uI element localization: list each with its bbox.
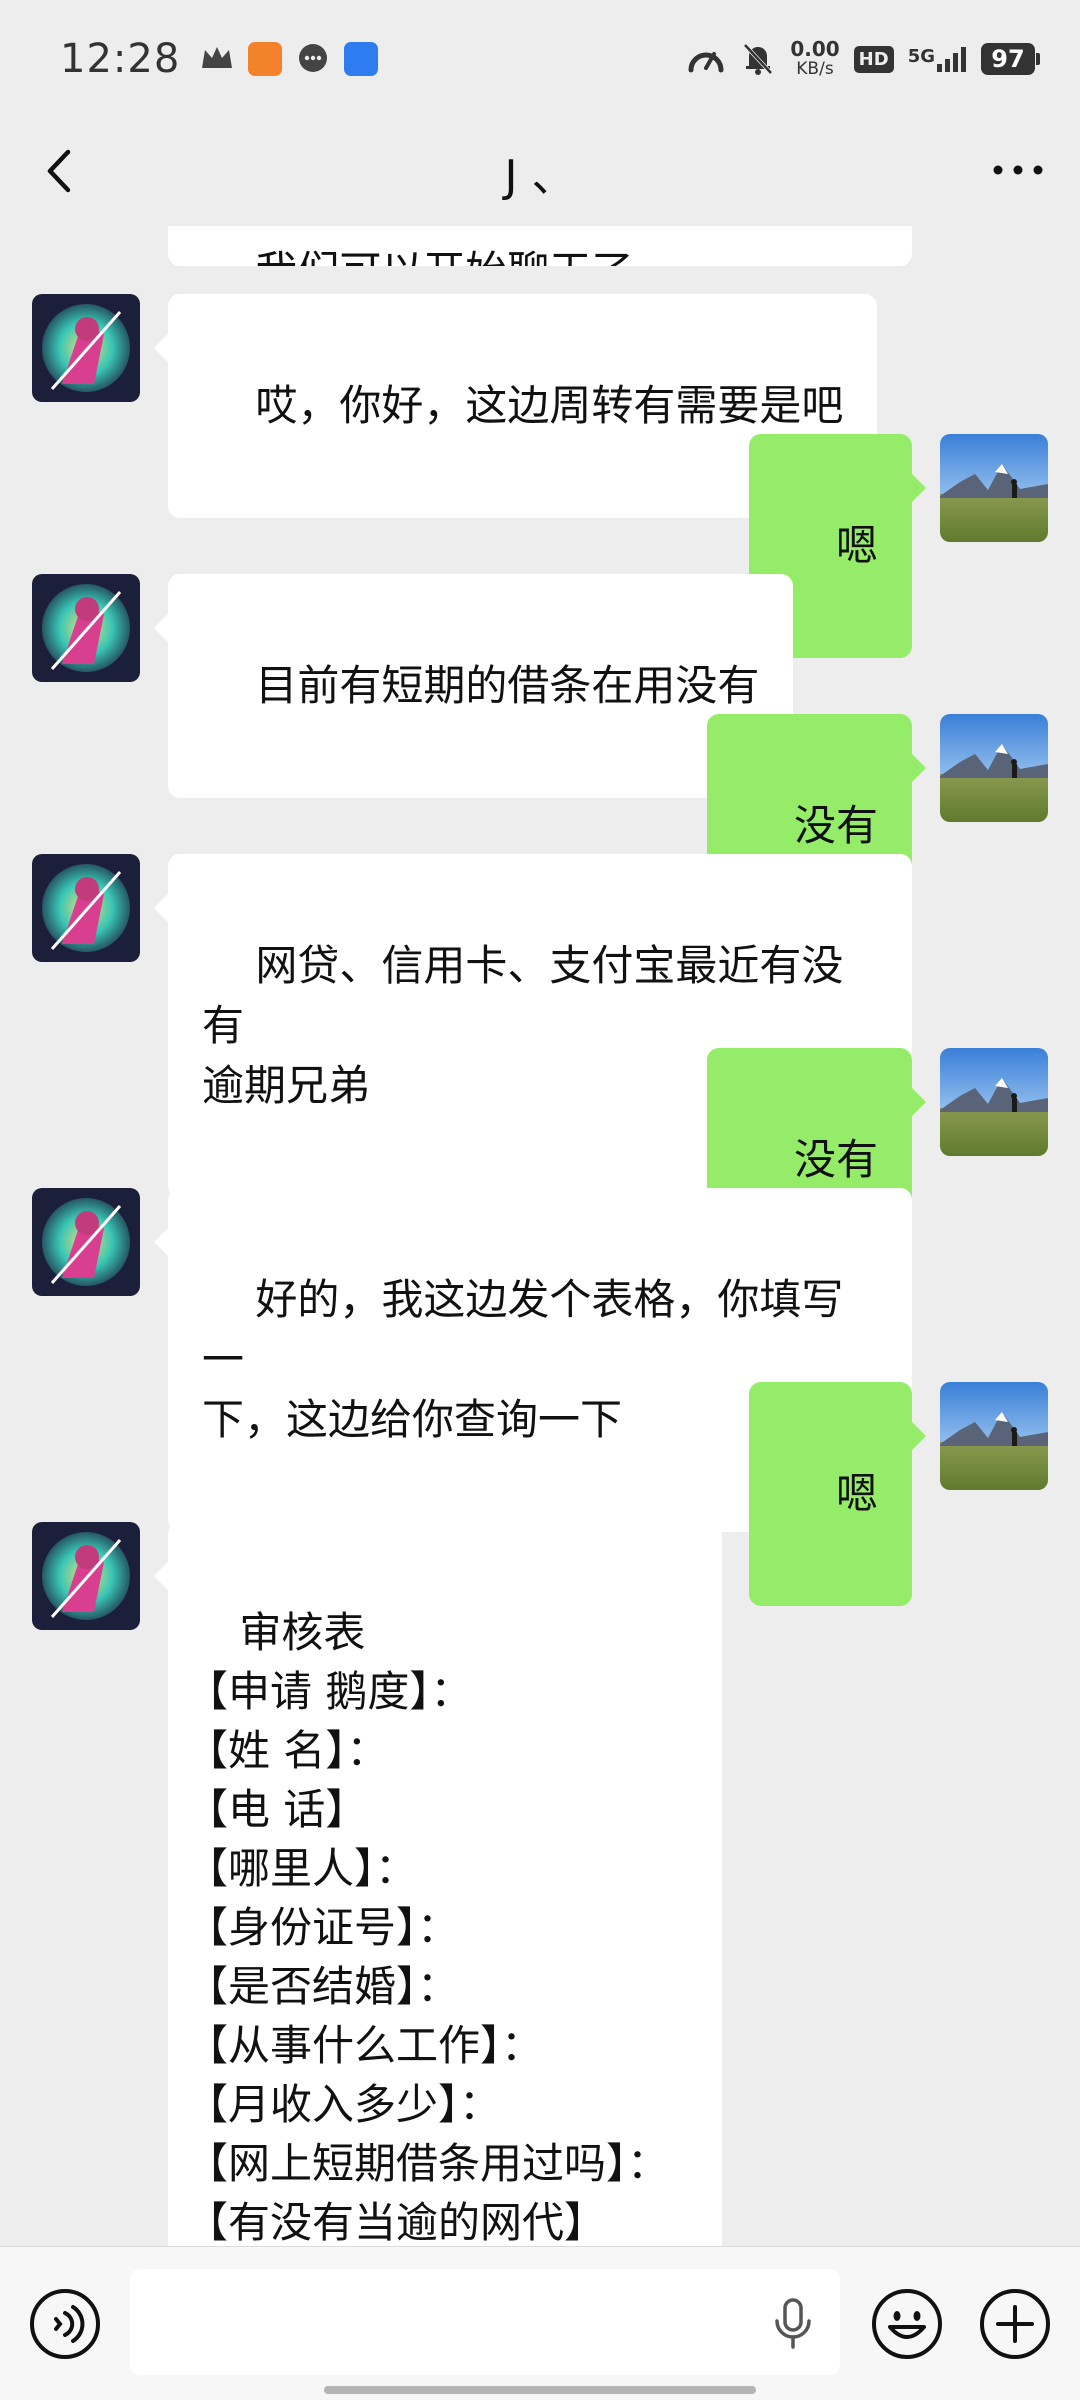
net-speed-value: 0.00 bbox=[790, 37, 840, 61]
my-avatar[interactable] bbox=[940, 714, 1048, 822]
my-avatar-image bbox=[940, 1048, 1048, 1156]
status-time: 12:28 bbox=[60, 36, 181, 82]
emoji-icon[interactable] bbox=[870, 2287, 944, 2361]
my-avatar-image bbox=[940, 434, 1048, 542]
battery-indicator: 97 bbox=[981, 43, 1040, 75]
contact-avatar-image bbox=[32, 1188, 140, 1296]
message-bubble-form[interactable]: 审核表 【申请 鹅度】： 【姓 名】： 【电 话】 【哪里人】： 【身份证号】：… bbox=[154, 1522, 722, 2246]
plus-icon[interactable] bbox=[978, 2287, 1052, 2361]
my-avatar-image bbox=[940, 1382, 1048, 1490]
status-bar: 12:28 0.00 KB/s HD 5G 97 bbox=[0, 0, 1080, 118]
message-text: 好的，我这边发个表格，你填写一 下，这边给你查询一下 bbox=[202, 1275, 844, 1444]
chat-title: J 、 bbox=[504, 151, 576, 202]
contact-avatar[interactable] bbox=[32, 574, 140, 682]
job-app-icon bbox=[344, 42, 379, 76]
signal-bars-icon bbox=[937, 47, 966, 72]
contact-avatar-image bbox=[32, 1522, 140, 1630]
message-bubble-incoming[interactable]: 我们可以开始聊天了 bbox=[168, 226, 912, 266]
home-indicator[interactable] bbox=[324, 2386, 756, 2394]
message-bubble-outgoing[interactable]: 嗯 bbox=[748, 1382, 927, 1606]
contact-avatar-image bbox=[32, 294, 140, 402]
crown-icon bbox=[202, 47, 233, 68]
network-type: 5G bbox=[907, 46, 935, 67]
message-text: 没有 bbox=[793, 801, 878, 850]
contact-avatar[interactable] bbox=[32, 1188, 140, 1296]
contact-avatar[interactable] bbox=[32, 294, 140, 402]
message-text: 我们可以开始聊天了 bbox=[255, 247, 633, 266]
contact-avatar[interactable] bbox=[32, 854, 140, 962]
chevron-left-icon[interactable] bbox=[36, 146, 86, 196]
chat-header: J 、 bbox=[0, 118, 1080, 226]
message-text: 没有 bbox=[793, 1135, 878, 1184]
message-text: 嗯 bbox=[835, 1469, 878, 1518]
my-avatar-image bbox=[940, 714, 1048, 822]
notification-icons bbox=[200, 42, 379, 76]
message-text: 哎，你好，这边周转有需要是吧 bbox=[255, 381, 844, 430]
shopping-app-icon bbox=[248, 42, 283, 76]
net-speed-unit: KB/s bbox=[796, 59, 834, 79]
message-text: 嗯 bbox=[835, 521, 878, 570]
message-list[interactable]: 我们可以开始聊天了 哎，你好，这边周转有需要是吧 嗯 目前有短期的借条在用没有 bbox=[0, 226, 1080, 2246]
message-text: 目前有短期的借条在用没有 bbox=[255, 661, 760, 710]
contact-avatar-image bbox=[32, 574, 140, 682]
hd-badge: HD bbox=[853, 45, 894, 73]
input-bar bbox=[0, 2246, 1080, 2400]
voice-icon[interactable] bbox=[28, 2287, 102, 2361]
my-avatar[interactable] bbox=[940, 434, 1048, 542]
microphone-icon[interactable] bbox=[770, 2297, 816, 2351]
contact-avatar-image bbox=[32, 854, 140, 962]
my-avatar[interactable] bbox=[940, 1048, 1048, 1156]
more-dots-icon[interactable] bbox=[988, 150, 1048, 190]
contact-avatar[interactable] bbox=[32, 1522, 140, 1630]
battery-tip bbox=[1036, 53, 1040, 65]
speedometer-icon bbox=[688, 52, 724, 73]
network-speed: 0.00 KB/s bbox=[790, 39, 839, 79]
message-bubble-incoming[interactable]: 目前有短期的借条在用没有 bbox=[153, 574, 794, 798]
mute-bell-icon bbox=[743, 43, 773, 75]
message-input[interactable] bbox=[130, 2269, 840, 2375]
battery-level: 97 bbox=[981, 43, 1035, 75]
system-indicators: 0.00 KB/s HD 5G 97 bbox=[686, 39, 1040, 79]
my-avatar[interactable] bbox=[940, 1382, 1048, 1490]
signal-indicator: 5G bbox=[908, 46, 967, 72]
chat-bubble-icon bbox=[299, 44, 328, 72]
message-text: 审核表 【申请 鹅度】： 【姓 名】： 【电 话】 【哪里人】： 【身份证号】：… bbox=[186, 1608, 670, 2246]
